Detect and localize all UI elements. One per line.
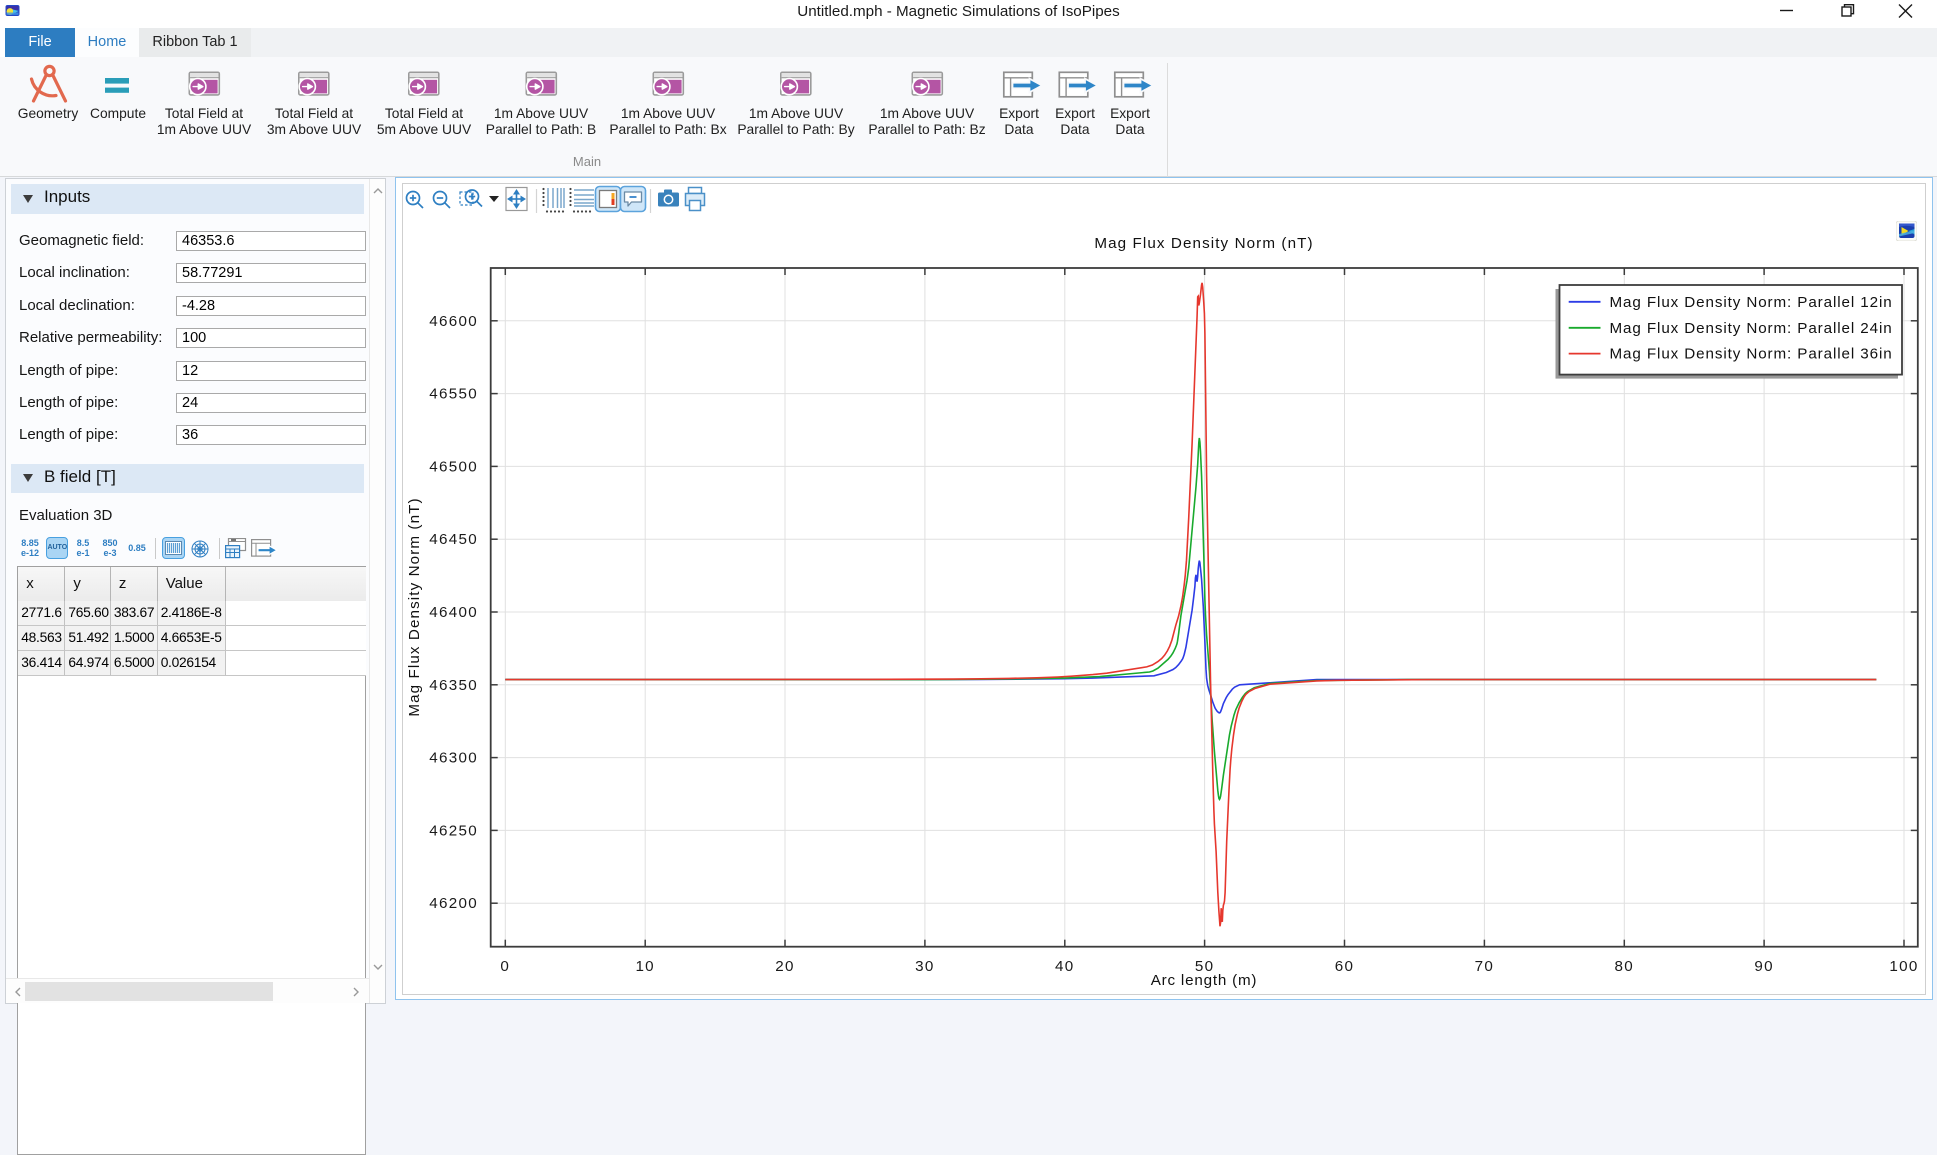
svg-text:46250: 46250 <box>429 822 478 839</box>
svg-text:46350: 46350 <box>429 676 478 693</box>
svg-text:70: 70 <box>1474 958 1494 975</box>
svg-text:46300: 46300 <box>429 749 478 766</box>
svg-text:60: 60 <box>1334 958 1354 975</box>
svg-text:46500: 46500 <box>429 458 478 475</box>
svg-text:46400: 46400 <box>429 604 478 621</box>
svg-text:Mag Flux Density Norm: Paralle: Mag Flux Density Norm: Parallel 24in <box>1609 319 1892 336</box>
svg-text:30: 30 <box>915 958 935 975</box>
svg-text:0: 0 <box>500 958 510 975</box>
svg-text:10: 10 <box>635 958 655 975</box>
svg-text:80: 80 <box>1614 958 1634 975</box>
svg-text:Mag Flux Density Norm (nT): Mag Flux Density Norm (nT) <box>406 497 423 716</box>
svg-text:46200: 46200 <box>429 895 478 912</box>
svg-text:Arc length (m): Arc length (m) <box>1150 972 1257 989</box>
svg-text:20: 20 <box>775 958 795 975</box>
svg-text:46550: 46550 <box>429 385 478 402</box>
svg-text:Mag Flux Density Norm: Paralle: Mag Flux Density Norm: Parallel 36in <box>1609 345 1892 362</box>
svg-text:100: 100 <box>1889 958 1918 975</box>
svg-text:40: 40 <box>1055 958 1075 975</box>
svg-text:46600: 46600 <box>429 312 478 329</box>
svg-text:46450: 46450 <box>429 531 478 548</box>
svg-text:Mag Flux Density Norm: Paralle: Mag Flux Density Norm: Parallel 12in <box>1609 293 1892 310</box>
svg-text:90: 90 <box>1754 958 1774 975</box>
svg-text:Mag Flux Density Norm (nT): Mag Flux Density Norm (nT) <box>1094 235 1313 252</box>
